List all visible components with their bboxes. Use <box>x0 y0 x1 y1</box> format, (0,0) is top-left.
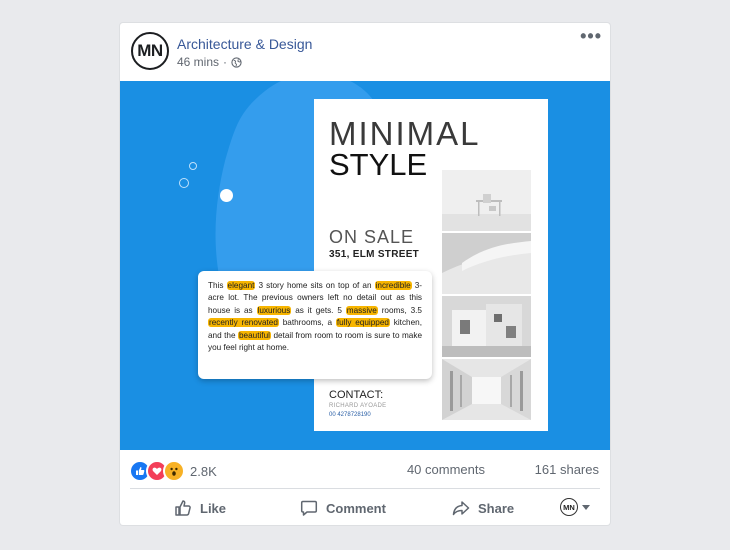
decorative-circle <box>189 162 197 170</box>
share-icon <box>452 501 470 516</box>
desc-text: This <box>208 281 227 290</box>
more-options-icon[interactable]: ••• <box>580 27 602 45</box>
description-card: This elegant 3 story home sits on top of… <box>198 271 432 379</box>
hallway-photo <box>442 359 531 420</box>
desc-text: 3 story home sits on top of an <box>255 281 375 290</box>
chevron-down-icon[interactable] <box>582 505 590 510</box>
desc-text: bathrooms, a <box>278 318 336 328</box>
post-as-avatar[interactable]: MN <box>560 498 578 516</box>
highlight-word: recently renovated <box>208 318 279 328</box>
desc-text: as it gets. 5 <box>291 305 346 315</box>
wow-reaction-icon <box>163 460 185 482</box>
globe-icon[interactable] <box>231 56 242 68</box>
desc-text: rooms, 3.5 <box>377 305 422 315</box>
highlight-word: beautiful <box>238 330 271 340</box>
engagement-stats: 2.8K 40 comments 161 shares <box>120 450 610 488</box>
highlight-word: luxurious <box>256 305 292 315</box>
comment-icon <box>300 500 318 516</box>
highlight-word: fully equipped <box>335 318 390 328</box>
flyer-address: 351, ELM STREET <box>329 249 420 260</box>
post-image[interactable]: MINIMAL STYLE ON SALE 351, ELM STREET CO… <box>120 81 610 450</box>
reaction-count[interactable]: 2.8K <box>190 464 217 479</box>
share-button[interactable]: Share <box>452 495 514 521</box>
highlight-word: elegant <box>226 281 256 290</box>
decorative-circle <box>179 178 189 188</box>
post-card: MN Architecture & Design 46 mins · ••• M… <box>120 23 610 525</box>
flyer-title-style: STYLE <box>329 147 428 182</box>
comments-count[interactable]: 40 comments <box>407 462 485 477</box>
interior-photo-2 <box>442 233 531 294</box>
reactions-summary[interactable]: 2.8K <box>129 460 217 482</box>
post-meta: 46 mins · <box>177 55 242 69</box>
interior-photo-1 <box>442 170 531 231</box>
highlight-word: massive <box>345 305 378 315</box>
like-button[interactable]: Like <box>174 495 226 521</box>
comment-label: Comment <box>326 500 386 516</box>
page-name-link[interactable]: Architecture & Design <box>177 36 312 52</box>
highlight-word: incredible <box>374 281 412 290</box>
flyer-contact-phone: 00 4278728190 <box>329 412 371 418</box>
flyer-contact-name: RICHARD AYOADE <box>329 403 387 409</box>
post-header: MN Architecture & Design 46 mins · ••• <box>120 23 610 81</box>
like-label: Like <box>200 500 227 516</box>
comment-button[interactable]: Comment <box>300 495 386 521</box>
divider <box>130 488 600 489</box>
flyer-contact-label: CONTACT: <box>329 389 384 401</box>
real-estate-flyer: MINIMAL STYLE ON SALE 351, ELM STREET CO… <box>314 99 548 431</box>
meta-separator: · <box>223 55 228 69</box>
flyer-on-sale: ON SALE <box>329 227 415 247</box>
shares-count[interactable]: 161 shares <box>535 462 599 477</box>
action-bar: Like Comment Share MN <box>120 493 610 523</box>
exterior-photo <box>442 296 531 357</box>
share-label: Share <box>478 500 515 516</box>
post-time[interactable]: 46 mins <box>177 55 219 69</box>
decorative-dot <box>220 189 233 202</box>
page-avatar[interactable]: MN <box>131 32 169 70</box>
thumbs-up-icon <box>175 500 191 516</box>
